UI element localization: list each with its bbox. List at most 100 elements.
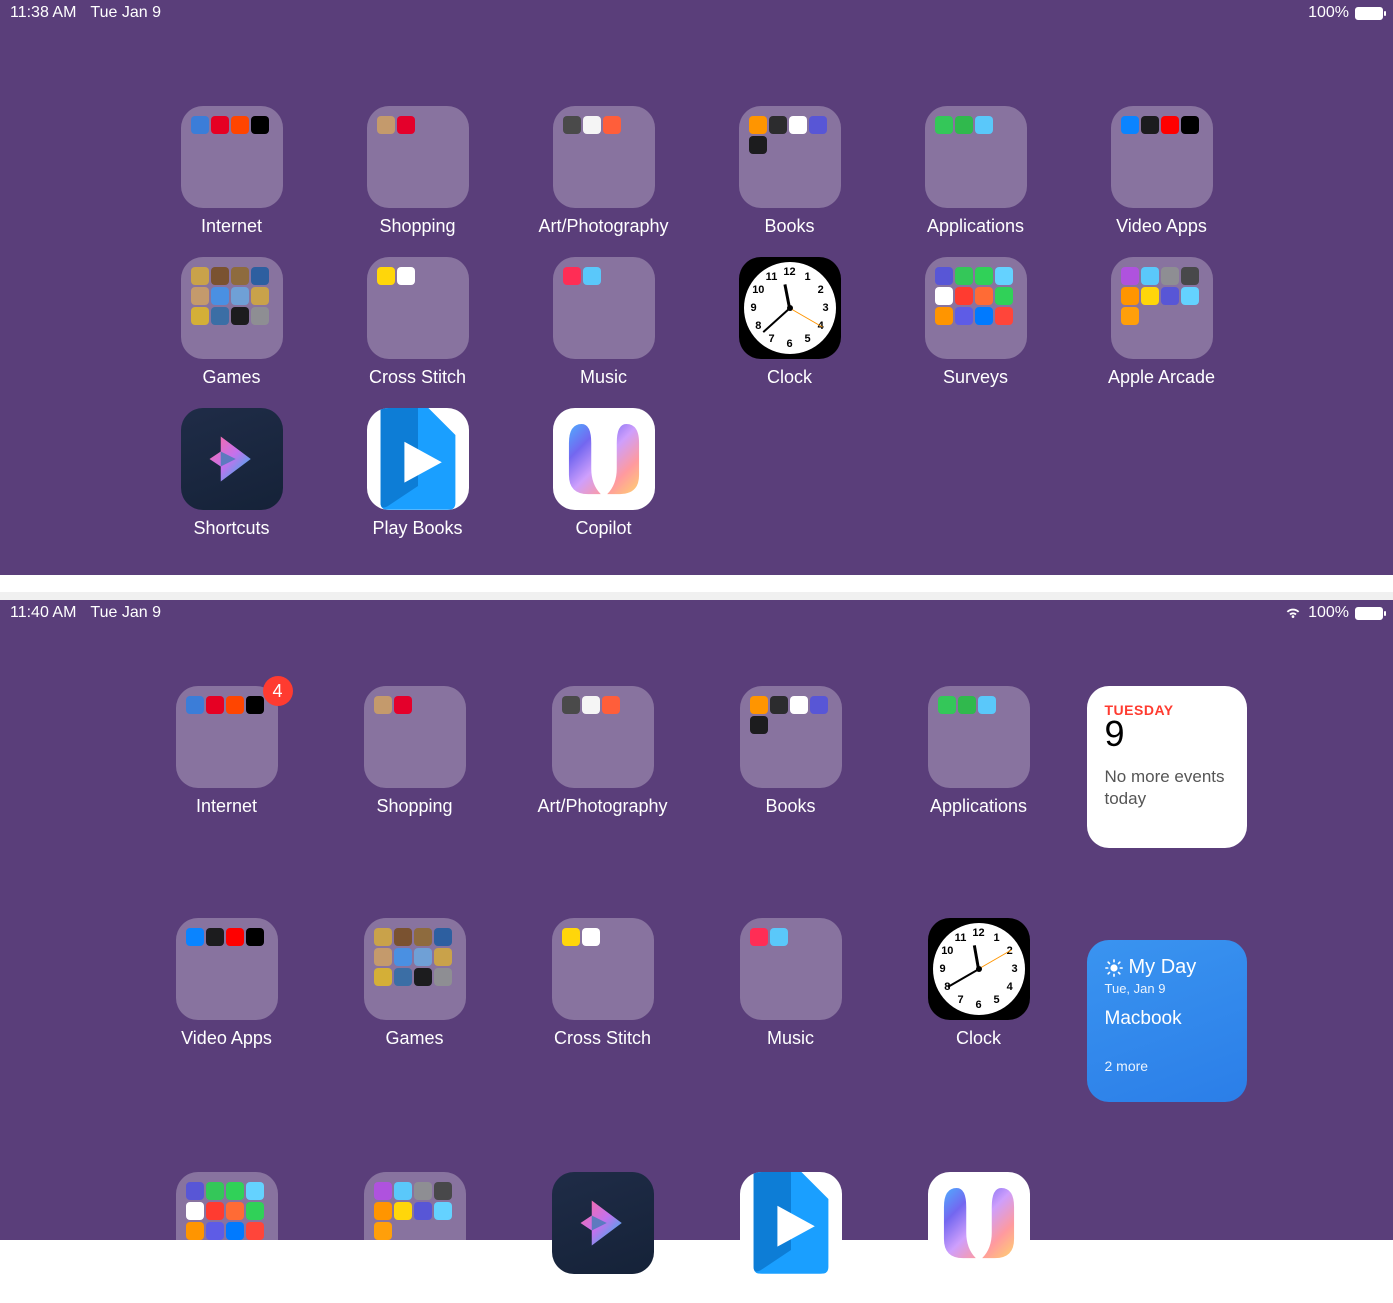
folder-mini-icon xyxy=(1141,287,1159,305)
folder-icon[interactable] xyxy=(740,918,842,1020)
clock-face: 123456789101112 xyxy=(744,262,836,354)
app-music[interactable]: Music xyxy=(511,257,697,388)
app-label: Games xyxy=(385,1028,443,1049)
folder-mini-icon xyxy=(397,116,415,134)
play-books-app-icon[interactable] xyxy=(367,408,469,510)
folder-mini-icon xyxy=(938,696,956,714)
app-label: Clock xyxy=(767,367,812,388)
folder-mini-icon xyxy=(394,696,412,714)
folder-mini-icon xyxy=(434,968,452,986)
folder-icon[interactable] xyxy=(739,106,841,208)
folder-mini-icon xyxy=(397,267,415,285)
folder-mini-icon xyxy=(749,116,767,134)
folder-mini-icon xyxy=(1121,287,1139,305)
app-play-books[interactable]: Play Books xyxy=(697,1172,885,1303)
folder-mini-icon xyxy=(935,307,953,325)
app-grid: 4 Internet Shopping Art/Photography Book… xyxy=(0,626,1393,1303)
folder-mini-icon xyxy=(246,1222,264,1240)
folder-icon[interactable] xyxy=(925,106,1027,208)
folder-icon[interactable] xyxy=(364,918,466,1020)
app-art-photography[interactable]: Art/Photography xyxy=(509,686,697,848)
folder-icon[interactable] xyxy=(364,686,466,788)
folder-icon[interactable] xyxy=(176,1172,278,1274)
folder-icon[interactable] xyxy=(181,106,283,208)
app-video-apps[interactable]: Video Apps xyxy=(1069,106,1255,237)
shortcuts-app-icon[interactable] xyxy=(181,408,283,510)
my-day-widget[interactable]: My Day Tue, Jan 9 Macbook 2 more xyxy=(1087,940,1247,1102)
app-copilot[interactable]: Copilot xyxy=(885,1172,1073,1303)
my-day-task: Macbook xyxy=(1105,1008,1229,1030)
folder-mini-icon xyxy=(374,696,392,714)
folder-icon[interactable] xyxy=(925,257,1027,359)
app-books[interactable]: Books xyxy=(697,106,883,237)
app-internet[interactable]: 4 Internet xyxy=(133,686,321,848)
folder-icon[interactable] xyxy=(364,1172,466,1274)
status-bar: 11:38 AM Tue Jan 9 100% xyxy=(0,0,1393,26)
folder-icon[interactable] xyxy=(367,106,469,208)
clock-app-icon[interactable]: 123456789101112 xyxy=(739,257,841,359)
app-shopping[interactable]: Shopping xyxy=(325,106,511,237)
app-games[interactable]: Games xyxy=(321,918,509,1102)
my-day-more: 2 more xyxy=(1105,1058,1229,1074)
folder-icon[interactable] xyxy=(1111,257,1213,359)
shortcuts-app-icon[interactable] xyxy=(552,1172,654,1274)
app-copilot[interactable]: Copilot xyxy=(511,408,697,539)
folder-mini-icon xyxy=(377,116,395,134)
app-surveys[interactable]: Surveys xyxy=(883,257,1069,388)
app-shortcuts[interactable]: Shortcuts xyxy=(509,1172,697,1303)
ipad-home-screen-after: 11:40 AM Tue Jan 9 100% 4 Internet Shopp… xyxy=(0,600,1393,1240)
app-surveys[interactable]: Surveys xyxy=(133,1172,321,1303)
folder-icon[interactable] xyxy=(552,918,654,1020)
screenshot-divider xyxy=(0,575,1393,600)
folder-icon[interactable] xyxy=(176,686,278,788)
app-books[interactable]: Books xyxy=(697,686,885,848)
app-video-apps[interactable]: Video Apps xyxy=(133,918,321,1102)
copilot-app-icon[interactable] xyxy=(553,408,655,510)
app-clock[interactable]: 123456789101112 Clock xyxy=(697,257,883,388)
calendar-widget[interactable]: TUESDAY 9 No more events today xyxy=(1087,686,1247,848)
app-internet[interactable]: Internet xyxy=(139,106,325,237)
folder-icon[interactable] xyxy=(1111,106,1213,208)
app-games[interactable]: Games xyxy=(139,257,325,388)
folder-icon[interactable] xyxy=(553,257,655,359)
folder-mini-icon xyxy=(226,1202,244,1220)
play-books-app-icon[interactable] xyxy=(740,1172,842,1274)
app-play-books[interactable]: Play Books xyxy=(325,408,511,539)
app-label: Play Books xyxy=(372,518,462,539)
app-clock[interactable]: 123456789101112 Clock xyxy=(885,918,1073,1102)
folder-mini-icon xyxy=(206,696,224,714)
app-apple-arcade[interactable]: Apple Arcade xyxy=(321,1172,509,1303)
app-shortcuts[interactable]: Shortcuts xyxy=(139,408,325,539)
app-applications[interactable]: Applications xyxy=(885,686,1073,848)
clock-app-icon[interactable]: 123456789101112 xyxy=(928,918,1030,1020)
folder-icon[interactable] xyxy=(928,686,1030,788)
folder-mini-icon xyxy=(1141,116,1159,134)
folder-mini-icon xyxy=(211,307,229,325)
copilot-app-icon[interactable] xyxy=(928,1172,1030,1274)
app-applications[interactable]: Applications xyxy=(883,106,1069,237)
app-art-photography[interactable]: Art/Photography xyxy=(511,106,697,237)
folder-mini-icon xyxy=(251,307,269,325)
folder-mini-icon xyxy=(434,948,452,966)
folder-icon[interactable] xyxy=(740,686,842,788)
app-cross-stitch[interactable]: Cross Stitch xyxy=(509,918,697,1102)
folder-icon[interactable] xyxy=(552,686,654,788)
folder-icon[interactable] xyxy=(176,918,278,1020)
folder-icon[interactable] xyxy=(367,257,469,359)
app-cross-stitch[interactable]: Cross Stitch xyxy=(325,257,511,388)
folder-mini-icon xyxy=(1121,267,1139,285)
app-apple-arcade[interactable]: Apple Arcade xyxy=(1069,257,1255,388)
folder-mini-icon xyxy=(563,116,581,134)
folder-mini-icon xyxy=(186,928,204,946)
app-music[interactable]: Music xyxy=(697,918,885,1102)
status-date: Tue Jan 9 xyxy=(90,604,161,622)
folder-icon[interactable] xyxy=(553,106,655,208)
app-shopping[interactable]: Shopping xyxy=(321,686,509,848)
folder-mini-icon xyxy=(211,287,229,305)
app-label: Books xyxy=(764,216,814,237)
folder-mini-icon xyxy=(246,928,264,946)
folder-mini-icon xyxy=(226,928,244,946)
folder-mini-icon xyxy=(750,928,768,946)
folder-icon[interactable] xyxy=(181,257,283,359)
folder-mini-icon xyxy=(414,968,432,986)
